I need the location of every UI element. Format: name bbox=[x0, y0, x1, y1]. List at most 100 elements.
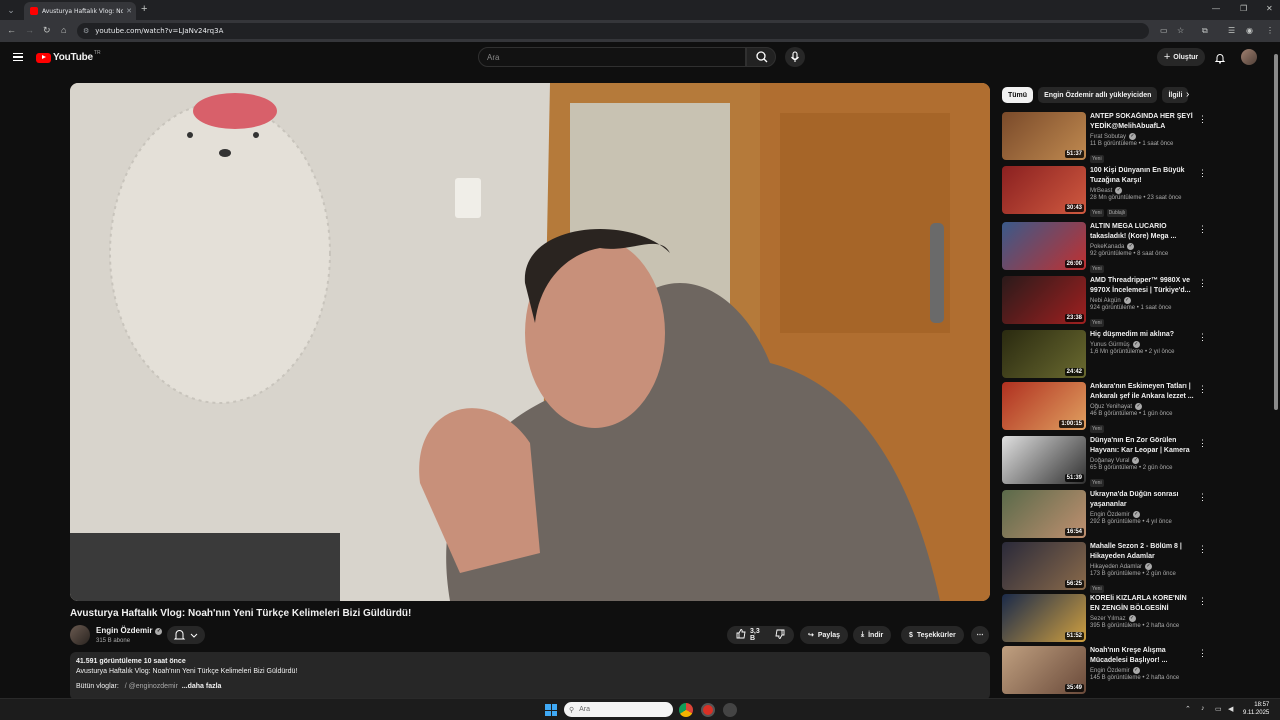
tray-chevron-icon[interactable]: ⌃ bbox=[1185, 705, 1191, 713]
rec-title[interactable]: ANTEP SOKAĞINDA HER ŞEYİ YEDİK@MelihAbua… bbox=[1090, 112, 1194, 132]
close-window-icon[interactable]: ✕ bbox=[1266, 4, 1273, 13]
system-clock[interactable]: 18:57 9.11.2025 bbox=[1243, 701, 1269, 717]
browser-menu-icon[interactable]: ⋮ bbox=[1266, 26, 1274, 35]
rec-thumbnail[interactable]: 51:39 bbox=[1002, 436, 1086, 484]
kebab-menu-icon[interactable]: ⋮ bbox=[1198, 384, 1207, 395]
recommendation-item[interactable]: 51:39 Dünya'nın En Zor Görülen Hayvanı: K… bbox=[1002, 436, 1207, 487]
browser-tab[interactable]: Avusturya Haftalık Vlog: Noah'ın Yeni Tü… bbox=[24, 2, 136, 20]
kebab-menu-icon[interactable]: ⋮ bbox=[1198, 544, 1207, 555]
recommendation-item[interactable]: 51:52 KOREli KIZLARLA KORE'NİN EN ZENGİN … bbox=[1002, 594, 1207, 644]
kebab-menu-icon[interactable]: ⋮ bbox=[1198, 332, 1207, 343]
recommendation-item[interactable]: 35:49 Noah'nın Kreşe Alışma Mücadelesi Ba… bbox=[1002, 646, 1207, 696]
channel-avatar[interactable] bbox=[70, 625, 90, 645]
rec-channel[interactable]: Oğuz Yenihayat ✓ bbox=[1090, 403, 1194, 410]
rec-channel[interactable]: Engin Özdemir ✓ bbox=[1090, 511, 1194, 518]
search-button[interactable] bbox=[746, 47, 776, 67]
kebab-menu-icon[interactable]: ⋮ bbox=[1198, 648, 1207, 659]
kebab-menu-icon[interactable]: ⋮ bbox=[1198, 168, 1207, 179]
rec-title[interactable]: Ukrayna'da Düğün sonrası yaşananlar bbox=[1090, 490, 1194, 510]
rec-thumbnail[interactable]: 35:49 bbox=[1002, 646, 1086, 694]
create-button[interactable]: + Oluştur bbox=[1157, 48, 1205, 66]
like-count[interactable]: 3,3 B bbox=[750, 628, 764, 642]
address-bar[interactable]: ⚙ youtube.com/watch?v=LJaNv24rq3A bbox=[77, 23, 1149, 39]
rec-channel[interactable]: Fırat Sobutay ✓ bbox=[1090, 133, 1194, 140]
rec-channel[interactable]: Engin Özdemir ✓ bbox=[1090, 667, 1194, 674]
rec-thumbnail[interactable]: 1:00:15 bbox=[1002, 382, 1086, 430]
subscription-bell-button[interactable] bbox=[167, 626, 205, 644]
scrollbar-thumb[interactable] bbox=[1274, 54, 1278, 410]
taskbar-search[interactable]: ⚲ Ara bbox=[564, 702, 673, 717]
rec-title[interactable]: Mahalle Sezon 2 - Bölüm 8 | Hikayeden Ad… bbox=[1090, 542, 1194, 562]
rec-title[interactable]: Noah'nın Kreşe Alışma Mücadelesi Başlıyo… bbox=[1090, 646, 1194, 666]
rec-thumbnail[interactable]: 30:43 bbox=[1002, 166, 1086, 214]
new-tab-icon[interactable]: + bbox=[141, 3, 147, 15]
kebab-menu-icon[interactable]: ⋮ bbox=[1198, 278, 1207, 289]
recommendation-item[interactable]: 51:37 ANTEP SOKAĞINDA HER ŞEYİ YEDİK@Meli… bbox=[1002, 112, 1207, 163]
recommendation-item[interactable]: 23:38 AMD Threadripper™ 9980X ve 9970X İn… bbox=[1002, 276, 1207, 327]
tab-list-icon[interactable]: ☰ bbox=[1228, 26, 1235, 35]
show-more-link[interactable]: ...daha fazla bbox=[182, 683, 222, 690]
rec-channel[interactable]: PokeKanada ✓ bbox=[1090, 243, 1194, 250]
rec-channel[interactable]: Yunus Gürmüş ✓ bbox=[1090, 341, 1194, 348]
kebab-menu-icon[interactable]: ⋮ bbox=[1198, 114, 1207, 125]
kebab-menu-icon[interactable]: ⋮ bbox=[1198, 224, 1207, 235]
recommendation-item[interactable]: 16:54 Ukrayna'da Düğün sonrası yaşananlar… bbox=[1002, 490, 1207, 540]
rec-thumbnail[interactable]: 51:52 bbox=[1002, 594, 1086, 642]
rec-channel[interactable]: Hikayeden Adamlar ✓ bbox=[1090, 563, 1194, 570]
chip-from-uploader[interactable]: Engin Özdemir adlı yükleyiciden bbox=[1038, 87, 1158, 103]
page-scrollbar[interactable] bbox=[1273, 46, 1279, 696]
share-button[interactable]: ↪ Paylaş bbox=[800, 626, 849, 644]
tab-close-icon[interactable]: ✕ bbox=[126, 7, 132, 15]
forward-icon[interactable]: → bbox=[25, 25, 34, 35]
kebab-menu-icon[interactable]: ⋮ bbox=[1198, 492, 1207, 503]
site-info-icon[interactable]: ⚙ bbox=[83, 27, 89, 35]
search-input[interactable] bbox=[487, 52, 727, 62]
rec-title[interactable]: ALTIN MEGA LUCARIO takasladık! (Kore) Me… bbox=[1090, 222, 1194, 242]
maximize-icon[interactable]: ❐ bbox=[1240, 4, 1247, 13]
rec-thumbnail[interactable]: 26:00 bbox=[1002, 222, 1086, 270]
chip-related[interactable]: İlgili bbox=[1162, 87, 1189, 103]
thumbs-up-icon[interactable] bbox=[735, 628, 747, 642]
rec-thumbnail[interactable]: 56:25 bbox=[1002, 542, 1086, 590]
voice-search-button[interactable] bbox=[785, 47, 805, 67]
rec-title[interactable]: AMD Threadripper™ 9980X ve 9970X İncelem… bbox=[1090, 276, 1194, 296]
windows-start-icon[interactable] bbox=[545, 704, 557, 716]
youtube-logo[interactable]: YouTube TR bbox=[36, 50, 101, 63]
channel-name[interactable]: Engin Özdemir ✓ bbox=[96, 626, 163, 635]
tray-mic-icon[interactable]: ♪ bbox=[1201, 705, 1205, 712]
rec-thumbnail[interactable]: 51:37 bbox=[1002, 112, 1086, 160]
account-avatar[interactable] bbox=[1241, 49, 1257, 65]
recommendation-item[interactable]: 24:42 Hiç düşmedim mi aklına? Yunus Gürmüş… bbox=[1002, 330, 1207, 380]
recommendation-item[interactable]: 30:43 100 Kişi Dünyanın En Büyük Tuzağına… bbox=[1002, 166, 1207, 217]
recommendation-item[interactable]: 1:00:15 Ankara'nın Eskimeyen Tatları | An… bbox=[1002, 382, 1207, 433]
tab-search-icon[interactable]: ⌄ bbox=[4, 3, 18, 17]
thumbs-down-icon[interactable] bbox=[774, 628, 786, 642]
rec-title[interactable]: KOREli KIZLARLA KORE'NİN EN ZENGİN BÖLGE… bbox=[1090, 594, 1194, 614]
video-player[interactable] bbox=[70, 83, 990, 601]
cast-icon[interactable]: ▭ bbox=[1160, 26, 1168, 35]
playlist-link[interactable]: / @enginozdemir bbox=[125, 683, 178, 690]
download-button[interactable]: ⤓ İndir bbox=[853, 626, 892, 644]
chevron-right-icon[interactable]: › bbox=[1186, 89, 1189, 100]
reload-icon[interactable]: ↻ bbox=[43, 25, 51, 36]
rec-title[interactable]: Hiç düşmedim mi aklına? bbox=[1090, 330, 1194, 340]
rec-channel[interactable]: Sezer Yılmaz ✓ bbox=[1090, 615, 1194, 622]
rec-channel[interactable]: MrBeast ✓ bbox=[1090, 187, 1194, 194]
back-icon[interactable]: ← bbox=[7, 25, 16, 35]
more-actions-button[interactable]: ⋯ bbox=[971, 626, 989, 644]
rec-title[interactable]: Ankara'nın Eskimeyen Tatları | Ankaralı … bbox=[1090, 382, 1194, 402]
extensions-icon[interactable]: ⧉ bbox=[1202, 26, 1208, 36]
rec-thumbnail[interactable]: 24:42 bbox=[1002, 330, 1086, 378]
rec-thumbnail[interactable]: 16:54 bbox=[1002, 490, 1086, 538]
chip-all[interactable]: Tümü bbox=[1002, 87, 1034, 103]
hamburger-menu-icon[interactable] bbox=[13, 53, 23, 61]
recommendation-item[interactable]: 56:25 Mahalle Sezon 2 - Bölüm 8 | Hikayed… bbox=[1002, 542, 1207, 593]
tray-volume-icon[interactable]: ◀ bbox=[1228, 705, 1233, 713]
home-icon[interactable]: ⌂ bbox=[61, 25, 66, 35]
profile-icon[interactable]: ◉ bbox=[1246, 26, 1253, 35]
app-icon[interactable] bbox=[723, 703, 737, 717]
rec-title[interactable]: 100 Kişi Dünyanın En Büyük Tuzağına Karş… bbox=[1090, 166, 1194, 186]
kebab-menu-icon[interactable]: ⋮ bbox=[1198, 438, 1207, 449]
recommendation-item[interactable]: 26:00 ALTIN MEGA LUCARIO takasladık! (Kor… bbox=[1002, 222, 1207, 273]
notifications-button[interactable] bbox=[1214, 51, 1226, 69]
